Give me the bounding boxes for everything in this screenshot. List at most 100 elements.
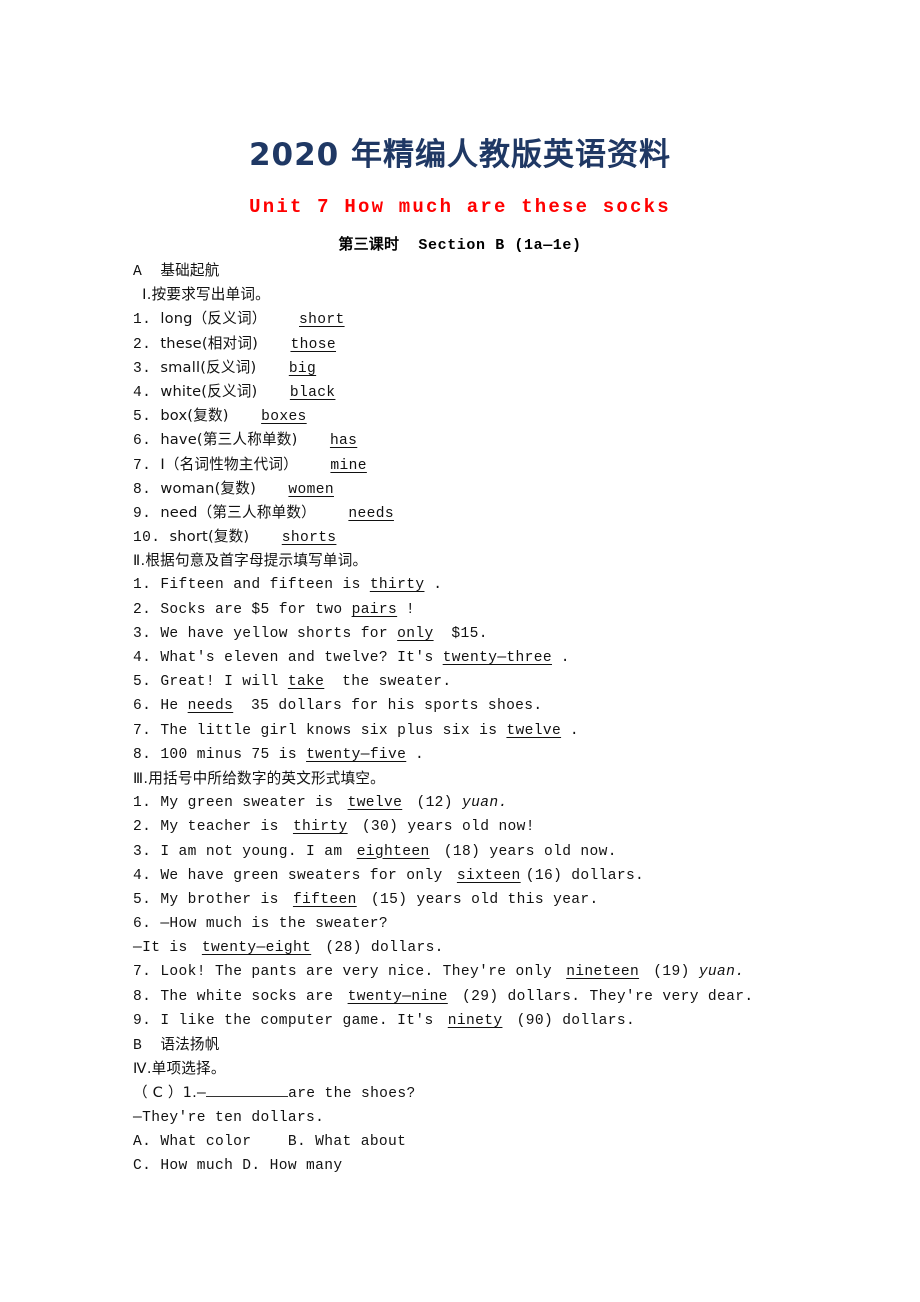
item-number: 7. <box>133 964 152 981</box>
part3-item-question: 6. —How much is the sweater? <box>133 912 913 936</box>
item-text-before: We have green sweaters for only <box>160 867 452 884</box>
item-prompt: short(复数) <box>169 528 250 546</box>
choice-d[interactable]: D. How many <box>242 1158 342 1174</box>
item-text-after: the sweater. <box>333 674 452 691</box>
item-answer[interactable]: twelve <box>506 723 569 739</box>
part4-reply: —They're ten dollars. <box>133 1109 325 1126</box>
choice-b[interactable]: B. What about <box>288 1134 406 1150</box>
part3-item: 8. The white socks are twenty—nine (29) … <box>133 985 913 1009</box>
item-text-after: 35 dollars for his sports shoes. <box>241 698 543 715</box>
item-answer[interactable]: thirty <box>288 819 353 835</box>
item-text-after: . <box>560 650 570 666</box>
item-answer[interactable]: twenty—five <box>306 747 415 763</box>
item-text-after: (28) dollars. <box>316 940 444 957</box>
part2-item: 7. The little girl knows six plus six is… <box>133 719 913 743</box>
item-answer[interactable]: those <box>285 337 341 353</box>
item-text-after: (29) dollars. They're very dear. <box>452 988 754 1005</box>
part4-question: （ C ）1.— are the shoes? <box>133 1081 913 1105</box>
section-b-name: 语法扬帆 <box>160 1036 220 1053</box>
item-number: 8. <box>133 988 152 1005</box>
item-number: 8. <box>133 481 152 498</box>
part3-item-answer-line: —It is twenty—eight (28) dollars. <box>133 936 913 960</box>
item-prompt: these(相对词) <box>160 334 259 352</box>
part3-item: 7. Look! The pants are very nice. They'r… <box>133 960 913 984</box>
part1-item: 9. need（第三人称单数） needs <box>133 501 913 525</box>
part2-heading: Ⅱ.根据句意及首字母提示填写单词。 <box>133 549 913 573</box>
item-text-before: What's eleven and twelve? It's <box>160 650 443 666</box>
item-text-after: . <box>569 722 579 739</box>
section-a-letter: A <box>133 264 143 280</box>
item-answer[interactable]: mine <box>325 458 372 474</box>
item-number: 2. <box>133 336 152 353</box>
item-answer[interactable]: eighteen <box>352 844 435 860</box>
item-text-before: Fifteen and fifteen is <box>160 577 370 594</box>
lesson-period-label: 第三课时 <box>338 235 400 253</box>
item-number: 6. <box>133 916 152 933</box>
item-answer[interactable]: fifteen <box>288 892 362 908</box>
item-text-after: . <box>433 577 443 594</box>
part4-heading-text: .单项选择。 <box>146 1060 226 1078</box>
item-answer[interactable]: boxes <box>256 409 312 425</box>
item-text-before: I am not young. I am <box>160 843 352 860</box>
choice-c[interactable]: C. How much <box>133 1158 233 1174</box>
item-number: 1. <box>133 577 152 594</box>
unit-title: Unit 7 How much are these socks <box>249 196 671 218</box>
worksheet-body: A 基础起航 Ⅰ.按要求写出单词。 1. long（反义词） short 2. … <box>133 259 913 1178</box>
item-answer[interactable]: shorts <box>277 530 342 546</box>
item-text-before: Great! I will <box>160 674 288 691</box>
section-b-heading: B 语法扬帆 <box>133 1033 913 1057</box>
item-answer[interactable]: ninety <box>443 1013 508 1029</box>
item-prompt: need（第三人称单数） <box>160 503 316 521</box>
section-a-heading: A 基础起航 <box>133 259 913 283</box>
item-text-before: I like the computer game. It's <box>160 1012 443 1029</box>
item-number: 6. <box>133 433 152 450</box>
item-answer[interactable]: big <box>284 361 322 377</box>
item-number: 9. <box>133 505 152 522</box>
item-answer[interactable]: take <box>288 674 333 690</box>
item-answer[interactable]: pairs <box>352 602 406 618</box>
item-answer[interactable]: only <box>397 626 442 642</box>
item-answer[interactable]: twenty—nine <box>342 989 452 1005</box>
item-answer[interactable]: nineteen <box>561 964 644 980</box>
choice-a[interactable]: A. What color <box>133 1134 251 1150</box>
item-answer[interactable]: short <box>294 312 350 328</box>
item-text-after: $15. <box>442 625 488 642</box>
item-text-before: My brother is <box>160 891 288 908</box>
item-answer[interactable]: twenty—eight <box>197 940 317 956</box>
item-text-before: Look! The pants are very nice. They're o… <box>160 964 562 981</box>
part3-item: 5. My brother is fifteen (15) years old … <box>133 888 913 912</box>
item-text-after: (15) years old this year. <box>361 891 599 908</box>
question-stem-after: are the shoes? <box>288 1086 416 1103</box>
item-text-italic: yuan. <box>462 795 508 812</box>
item-answer[interactable]: needs <box>343 506 399 522</box>
item-answer[interactable]: sixteen <box>452 868 526 884</box>
part1-heading-text: .按要求写出单词。 <box>146 286 270 304</box>
question-answer-bracket[interactable]: （ C ）1. <box>133 1084 197 1101</box>
part4-numeral: Ⅳ <box>133 1060 147 1078</box>
item-number: 5. <box>133 409 152 426</box>
part1-item: 2. these(相对词) those <box>133 332 913 356</box>
part2-item: 6. He needs 35 dollars for his sports sh… <box>133 694 913 718</box>
item-number: 3. <box>133 625 152 642</box>
item-answer[interactable]: twenty—three <box>443 650 561 666</box>
item-number: 4. <box>133 384 152 401</box>
item-text-after: (18) years old now. <box>434 843 617 860</box>
part4-choices-row: A. What color B. What about <box>133 1130 913 1154</box>
part1-item: 4. white(反义词) black <box>133 380 913 404</box>
item-answer[interactable]: twelve <box>342 795 407 811</box>
part4-choices-row: C. How much D. How many <box>133 1154 913 1178</box>
part2-item: 8. 100 minus 75 is twenty—five. <box>133 743 913 767</box>
part1-item: 8. woman(复数) women <box>133 477 913 501</box>
item-answer[interactable]: needs <box>188 698 242 714</box>
part1-item: 7. I（名词性物主代词） mine <box>133 453 913 477</box>
question-blank[interactable] <box>206 1084 289 1098</box>
item-number: 7. <box>133 722 152 739</box>
item-answer[interactable]: has <box>325 433 363 449</box>
item-answer[interactable]: thirty <box>370 577 433 593</box>
item-answer[interactable]: women <box>283 482 339 498</box>
item-answer[interactable]: black <box>285 385 341 401</box>
item-number: 4. <box>133 650 152 666</box>
item-text-after: (30) years old now! <box>352 819 535 836</box>
part3-item: 4. We have green sweaters for only sixte… <box>133 864 913 888</box>
item-prompt: long（反义词） <box>160 310 267 328</box>
